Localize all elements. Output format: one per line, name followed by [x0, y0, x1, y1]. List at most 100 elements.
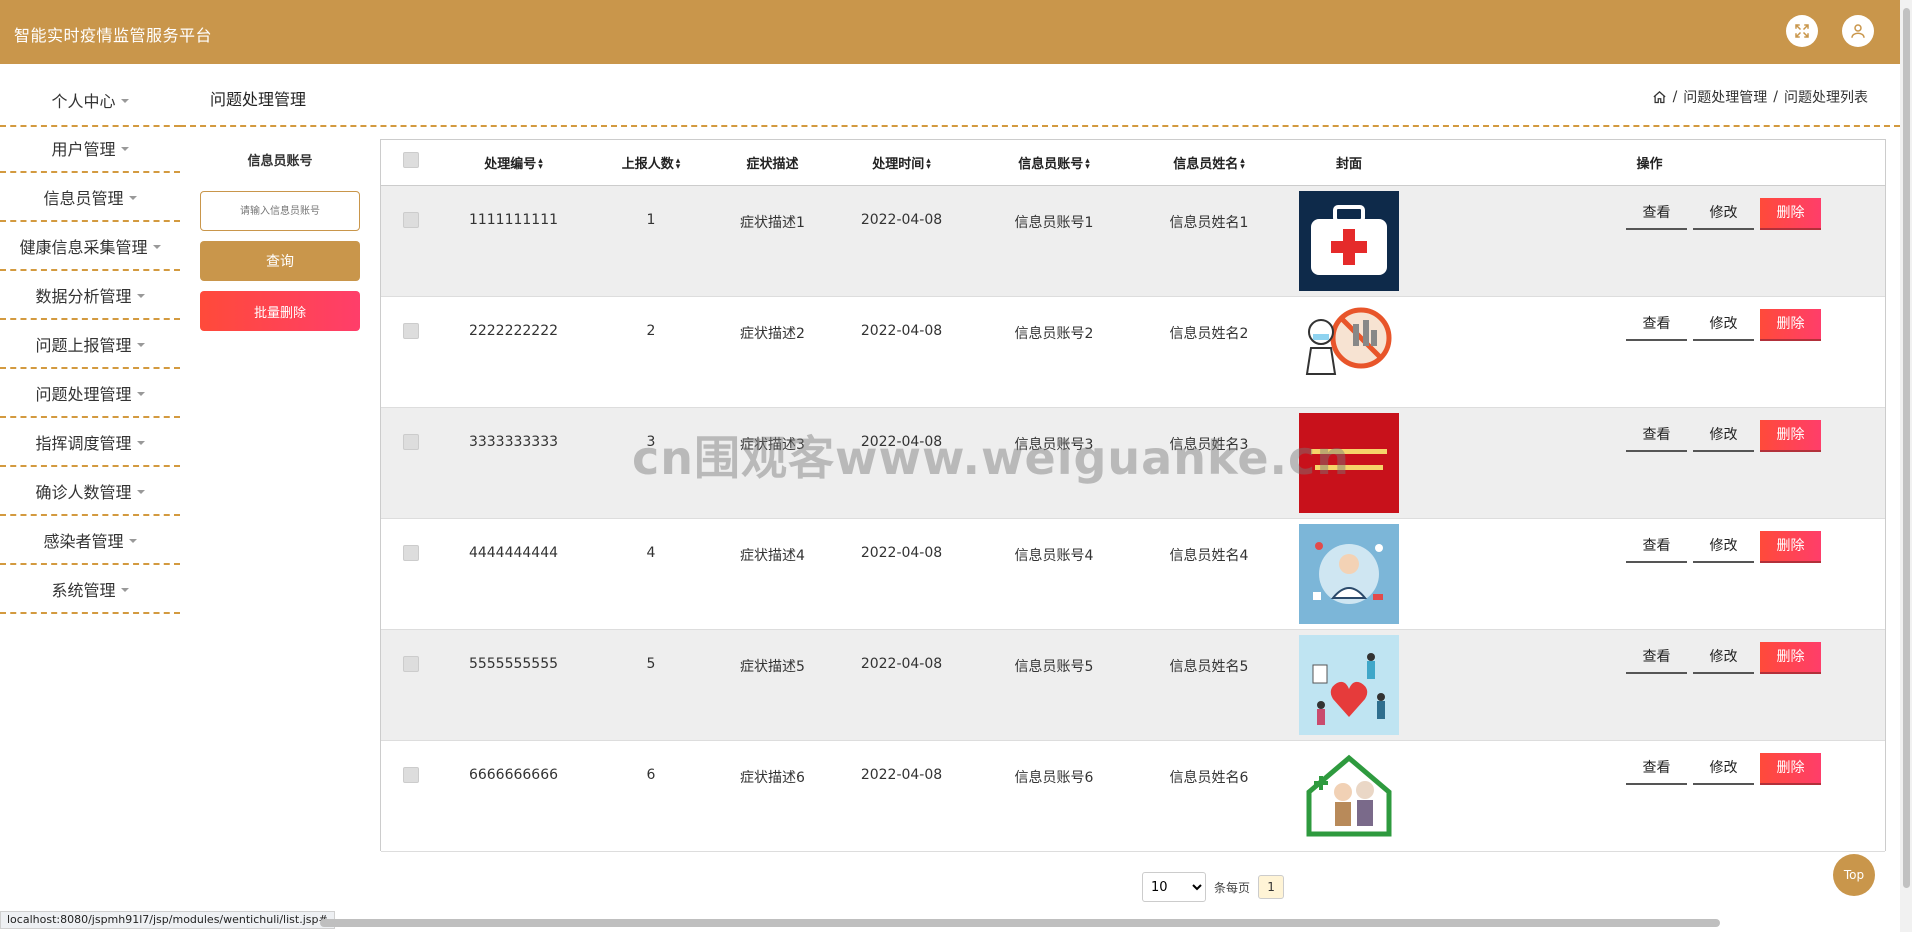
row-checkbox[interactable] [403, 211, 419, 228]
cell-time: 2022-04-08 [829, 407, 974, 519]
status-url: localhost:8080/jspmh91l7/jsp/modules/wen… [0, 911, 335, 929]
back-to-top-button[interactable]: Top [1833, 854, 1875, 896]
breadcrumb-item-section[interactable]: 问题处理管理 [1683, 87, 1767, 107]
col-header-actions: 操作 [1414, 140, 1885, 186]
view-button[interactable]: 查看 [1626, 753, 1687, 785]
top-bar: 智能实时疫情监管服务平台 [0, 0, 1900, 64]
delete-button[interactable]: 删除 [1760, 419, 1821, 452]
caret-down-icon [152, 244, 161, 249]
query-button[interactable]: 查询 [200, 241, 360, 281]
row-checkbox[interactable] [403, 322, 419, 339]
sidebar: 个人中心 用户管理 信息员管理 健康信息采集管理 数据分析管理 问题上报管理 问… [0, 75, 180, 614]
delete-button[interactable]: 删除 [1760, 641, 1821, 674]
sidebar-item-issue-report[interactable]: 问题上报管理 [0, 320, 180, 369]
cell-account: 信息员账号5 [974, 629, 1134, 741]
sidebar-item-users[interactable]: 用户管理 [0, 124, 180, 173]
page-number-button[interactable]: 1 [1258, 875, 1285, 899]
sidebar-item-infected[interactable]: 感染者管理 [0, 516, 180, 565]
heart-people-icon[interactable] [1299, 634, 1399, 735]
cell-name: 信息员姓名4 [1134, 518, 1284, 630]
cell-id: 5555555555 [441, 629, 586, 741]
edit-button[interactable]: 修改 [1693, 198, 1754, 230]
sidebar-item-issue-handling[interactable]: 问题处理管理 [0, 369, 180, 418]
row-select-cell [381, 185, 441, 297]
cell-symptom: 症状描述5 [716, 629, 829, 741]
sidebar-item-confirmed[interactable]: 确诊人数管理 [0, 467, 180, 516]
col-header-id[interactable]: 处理编号 ▴ ▾ [441, 140, 586, 186]
caret-down-icon [136, 293, 145, 298]
sidebar-item-personal[interactable]: 个人中心 [0, 75, 180, 124]
col-header-account[interactable]: 信息员账号 ▴ ▾ [974, 140, 1134, 186]
scrollbar-thumb[interactable] [1903, 8, 1910, 888]
cell-symptom: 症状描述4 [716, 518, 829, 630]
row-checkbox[interactable] [403, 655, 419, 672]
cell-time: 2022-04-08 [829, 740, 974, 852]
edit-button[interactable]: 修改 [1693, 309, 1754, 341]
vertical-scrollbar[interactable] [1900, 0, 1912, 932]
view-button[interactable]: 查看 [1626, 198, 1687, 230]
page-header: 问题处理管理 / 问题处理管理 / 问题处理列表 [180, 64, 1900, 127]
horizontal-scrollbar[interactable] [320, 919, 1720, 927]
col-header-name[interactable]: 信息员姓名 ▴ ▾ [1134, 140, 1284, 186]
sort-icon[interactable]: ▴ ▾ [676, 157, 681, 172]
view-button[interactable]: 查看 [1626, 420, 1687, 452]
breadcrumb-separator: / [1773, 89, 1778, 105]
sidebar-item-system[interactable]: 系统管理 [0, 565, 180, 614]
edit-button[interactable]: 修改 [1693, 753, 1754, 785]
no-gathering-icon[interactable] [1299, 301, 1399, 402]
cell-name: 信息员姓名6 [1134, 740, 1284, 852]
cell-actions: 查看 修改 删除 [1414, 629, 1885, 741]
row-checkbox[interactable] [403, 544, 419, 561]
view-button[interactable]: 查看 [1626, 531, 1687, 563]
medical-kit-icon[interactable] [1299, 190, 1399, 291]
row-checkbox[interactable] [403, 433, 419, 450]
view-button[interactable]: 查看 [1626, 309, 1687, 341]
sidebar-item-label: 用户管理 [51, 139, 116, 159]
sort-icon[interactable]: ▴ ▾ [926, 157, 931, 172]
fullscreen-icon[interactable] [1786, 15, 1818, 47]
row-select-cell [381, 629, 441, 741]
informant-account-input[interactable] [200, 191, 360, 231]
cell-cover [1284, 518, 1414, 630]
sidebar-item-label: 确诊人数管理 [35, 482, 132, 502]
sort-icon[interactable]: ▴ ▾ [1240, 157, 1245, 172]
sidebar-item-dispatch[interactable]: 指挥调度管理 [0, 418, 180, 467]
sort-icon[interactable]: ▴ ▾ [538, 157, 543, 172]
sort-icon[interactable]: ▴ ▾ [1085, 157, 1090, 172]
batch-delete-button[interactable]: 批量删除 [200, 291, 360, 331]
cell-account: 信息员账号4 [974, 518, 1134, 630]
page-size-select[interactable]: 10 [1142, 872, 1206, 902]
cell-id: 4444444444 [441, 518, 586, 630]
table-row: 3333333333 3 症状描述3 2022-04-08 信息员账号3 信息员… [381, 407, 1885, 519]
sidebar-item-health-info[interactable]: 健康信息采集管理 [0, 222, 180, 271]
doctor-icon[interactable] [1299, 523, 1399, 624]
col-header-time[interactable]: 处理时间 ▴ ▾ [829, 140, 974, 186]
select-all-checkbox[interactable] [403, 152, 419, 169]
row-checkbox[interactable] [403, 766, 419, 783]
caret-down-icon [120, 98, 129, 103]
page-title: 问题处理管理 [210, 90, 307, 109]
red-poster-icon[interactable] [1299, 412, 1399, 513]
user-icon[interactable] [1842, 15, 1874, 47]
elderly-home-icon[interactable] [1299, 745, 1399, 846]
cell-cover [1284, 407, 1414, 519]
edit-button[interactable]: 修改 [1693, 420, 1754, 452]
cell-count: 5 [586, 629, 716, 741]
cell-symptom: 症状描述2 [716, 296, 829, 408]
cell-account: 信息员账号2 [974, 296, 1134, 408]
sidebar-item-data-analysis[interactable]: 数据分析管理 [0, 271, 180, 320]
edit-button[interactable]: 修改 [1693, 642, 1754, 674]
delete-button[interactable]: 删除 [1760, 752, 1821, 785]
col-header-count[interactable]: 上报人数 ▴ ▾ [586, 140, 716, 186]
cell-cover [1284, 296, 1414, 408]
delete-button[interactable]: 删除 [1760, 308, 1821, 341]
app-title: 智能实时疫情监管服务平台 [14, 26, 213, 45]
edit-button[interactable]: 修改 [1693, 531, 1754, 563]
delete-button[interactable]: 删除 [1760, 530, 1821, 563]
delete-button[interactable]: 删除 [1760, 197, 1821, 230]
breadcrumb-item-current: 问题处理列表 [1784, 90, 1868, 106]
view-button[interactable]: 查看 [1626, 642, 1687, 674]
sidebar-item-informants[interactable]: 信息员管理 [0, 173, 180, 222]
home-icon[interactable] [1652, 90, 1667, 105]
cell-account: 信息员账号3 [974, 407, 1134, 519]
